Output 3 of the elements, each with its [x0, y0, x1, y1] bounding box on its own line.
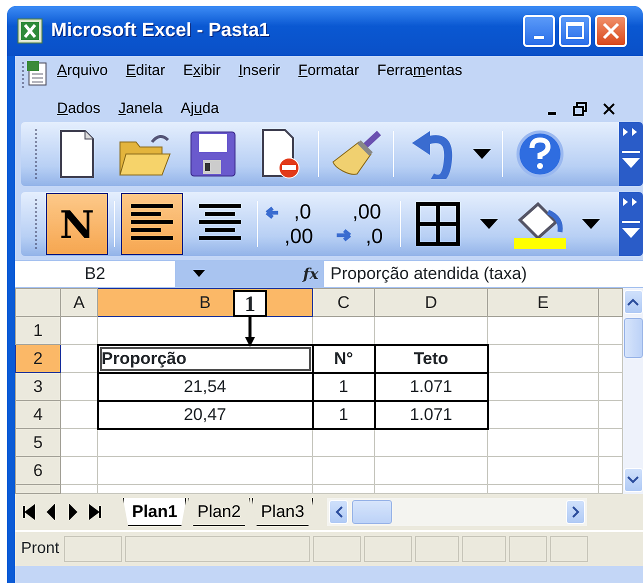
status-text: Pront: [21, 539, 60, 559]
window-title: Microsoft Excel - Pasta1: [51, 18, 271, 43]
callout-tooltip: 1: [233, 290, 267, 317]
